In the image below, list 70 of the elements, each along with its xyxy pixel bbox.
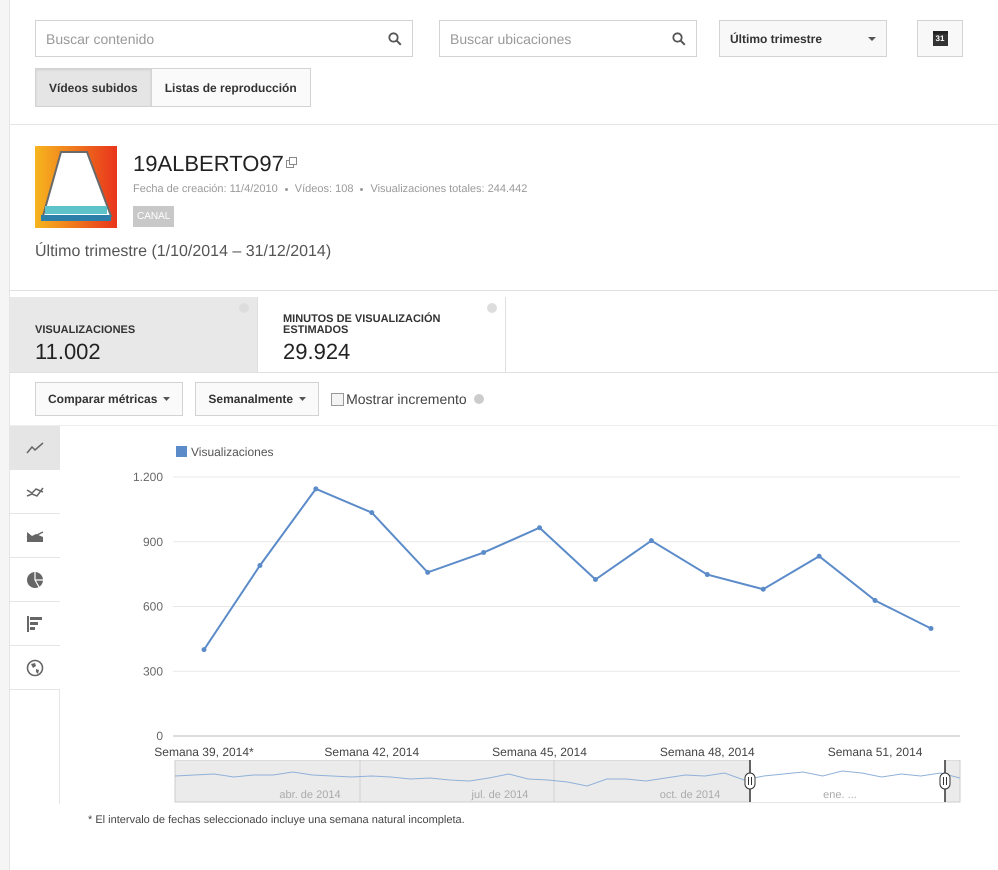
y-axis-label: 600	[142, 600, 163, 614]
metric-label: VISUALIZACIONES	[35, 325, 136, 336]
metric-label: MINUTOS DE VISUALIZACIÓN ESTIMADOS	[283, 314, 442, 336]
metric-value: 11.002	[35, 338, 102, 366]
data-point	[537, 525, 542, 530]
range-handle[interactable]	[744, 760, 756, 802]
y-axis-label: 0	[156, 729, 163, 743]
caret-icon	[868, 36, 876, 40]
caret-icon	[299, 397, 306, 401]
channel-meta: Fecha de creación: 11/4/2010	[133, 182, 278, 197]
data-point	[592, 577, 598, 582]
period-title: Último trimestre (1/10/2014 – 31/12/2014)	[34, 241, 332, 262]
chart-type-button[interactable]	[10, 514, 60, 558]
metric-tab[interactable]: VISUALIZACIONES 11.002	[10, 297, 258, 372]
channel-meta: Visualizaciones totales: 244.442	[370, 182, 528, 197]
timeline-label: oct. de 2014	[660, 789, 720, 801]
chart-type-button[interactable]	[10, 646, 60, 690]
search-icon	[672, 32, 686, 46]
bar-chart-icon	[27, 616, 43, 632]
search-field[interactable]: Buscar ubicaciones	[439, 20, 697, 57]
range-handle[interactable]	[940, 760, 950, 802]
crossing-lines-icon	[26, 486, 44, 498]
timeline-label: abr. de 2014	[279, 789, 341, 801]
data-point	[257, 563, 262, 568]
data-point	[313, 486, 318, 492]
chart-type-button[interactable]	[10, 558, 60, 602]
channel-name: 19ALBERTO97	[133, 151, 284, 177]
compare-metrics-dropdown[interactable]: Comparar métricas	[35, 382, 184, 416]
calendar-button[interactable]: 31	[917, 20, 963, 57]
data-point	[202, 647, 206, 652]
y-axis-label: 900	[142, 534, 163, 549]
channel-meta: Vídeos: 108	[294, 182, 354, 197]
chart-type-button[interactable]	[10, 602, 60, 646]
y-axis-label: 1.200	[132, 470, 163, 484]
pie-chart-icon	[26, 570, 44, 588]
metric-value: 29.924	[283, 338, 352, 366]
legend-swatch	[176, 446, 187, 457]
checkbox-label: Mostrar incremento	[346, 390, 467, 408]
x-axis-label: Semana 39, 2014*	[154, 745, 254, 759]
data-point	[872, 598, 878, 603]
globe-icon	[26, 658, 44, 676]
x-axis-label: Semana 48, 2014	[660, 745, 755, 759]
x-axis-label: Semana 51, 2014	[828, 745, 922, 759]
x-axis-label: Semana 45, 2014	[492, 745, 587, 759]
y-axis-label: 300	[142, 664, 163, 678]
search-icon	[388, 32, 402, 46]
data-point	[369, 510, 374, 516]
period-dropdown[interactable]: Último trimestre	[719, 20, 887, 57]
timeline-label: jul. de 2014	[472, 789, 528, 801]
interval-dropdown[interactable]: Semanalmente	[195, 382, 320, 416]
data-point	[760, 586, 766, 592]
data-point	[481, 550, 486, 556]
chart-type-button[interactable]	[10, 470, 60, 514]
data-point	[704, 572, 710, 578]
timeline-label: ene. ...	[823, 789, 857, 801]
line-chart-icon	[26, 442, 44, 454]
area-chart-icon	[26, 529, 44, 542]
footnote: * El intervalo de fechas seleccionado incluye una semana natural incompleta.	[87, 813, 466, 828]
data-point	[928, 626, 934, 632]
tab[interactable]: Listas de reproducción	[150, 68, 311, 107]
data-point	[816, 554, 822, 559]
data-point	[425, 570, 430, 575]
data-point	[648, 538, 654, 544]
caret-icon	[163, 397, 170, 401]
x-axis-label: Semana 42, 2014	[324, 745, 420, 759]
tab[interactable]: Vídeos subidos	[35, 68, 152, 107]
legend-label: Visualizaciones	[191, 445, 274, 459]
external-link-icon[interactable]	[286, 157, 297, 168]
search-field[interactable]: Buscar contenido	[35, 20, 413, 57]
checkbox[interactable]	[331, 392, 344, 406]
